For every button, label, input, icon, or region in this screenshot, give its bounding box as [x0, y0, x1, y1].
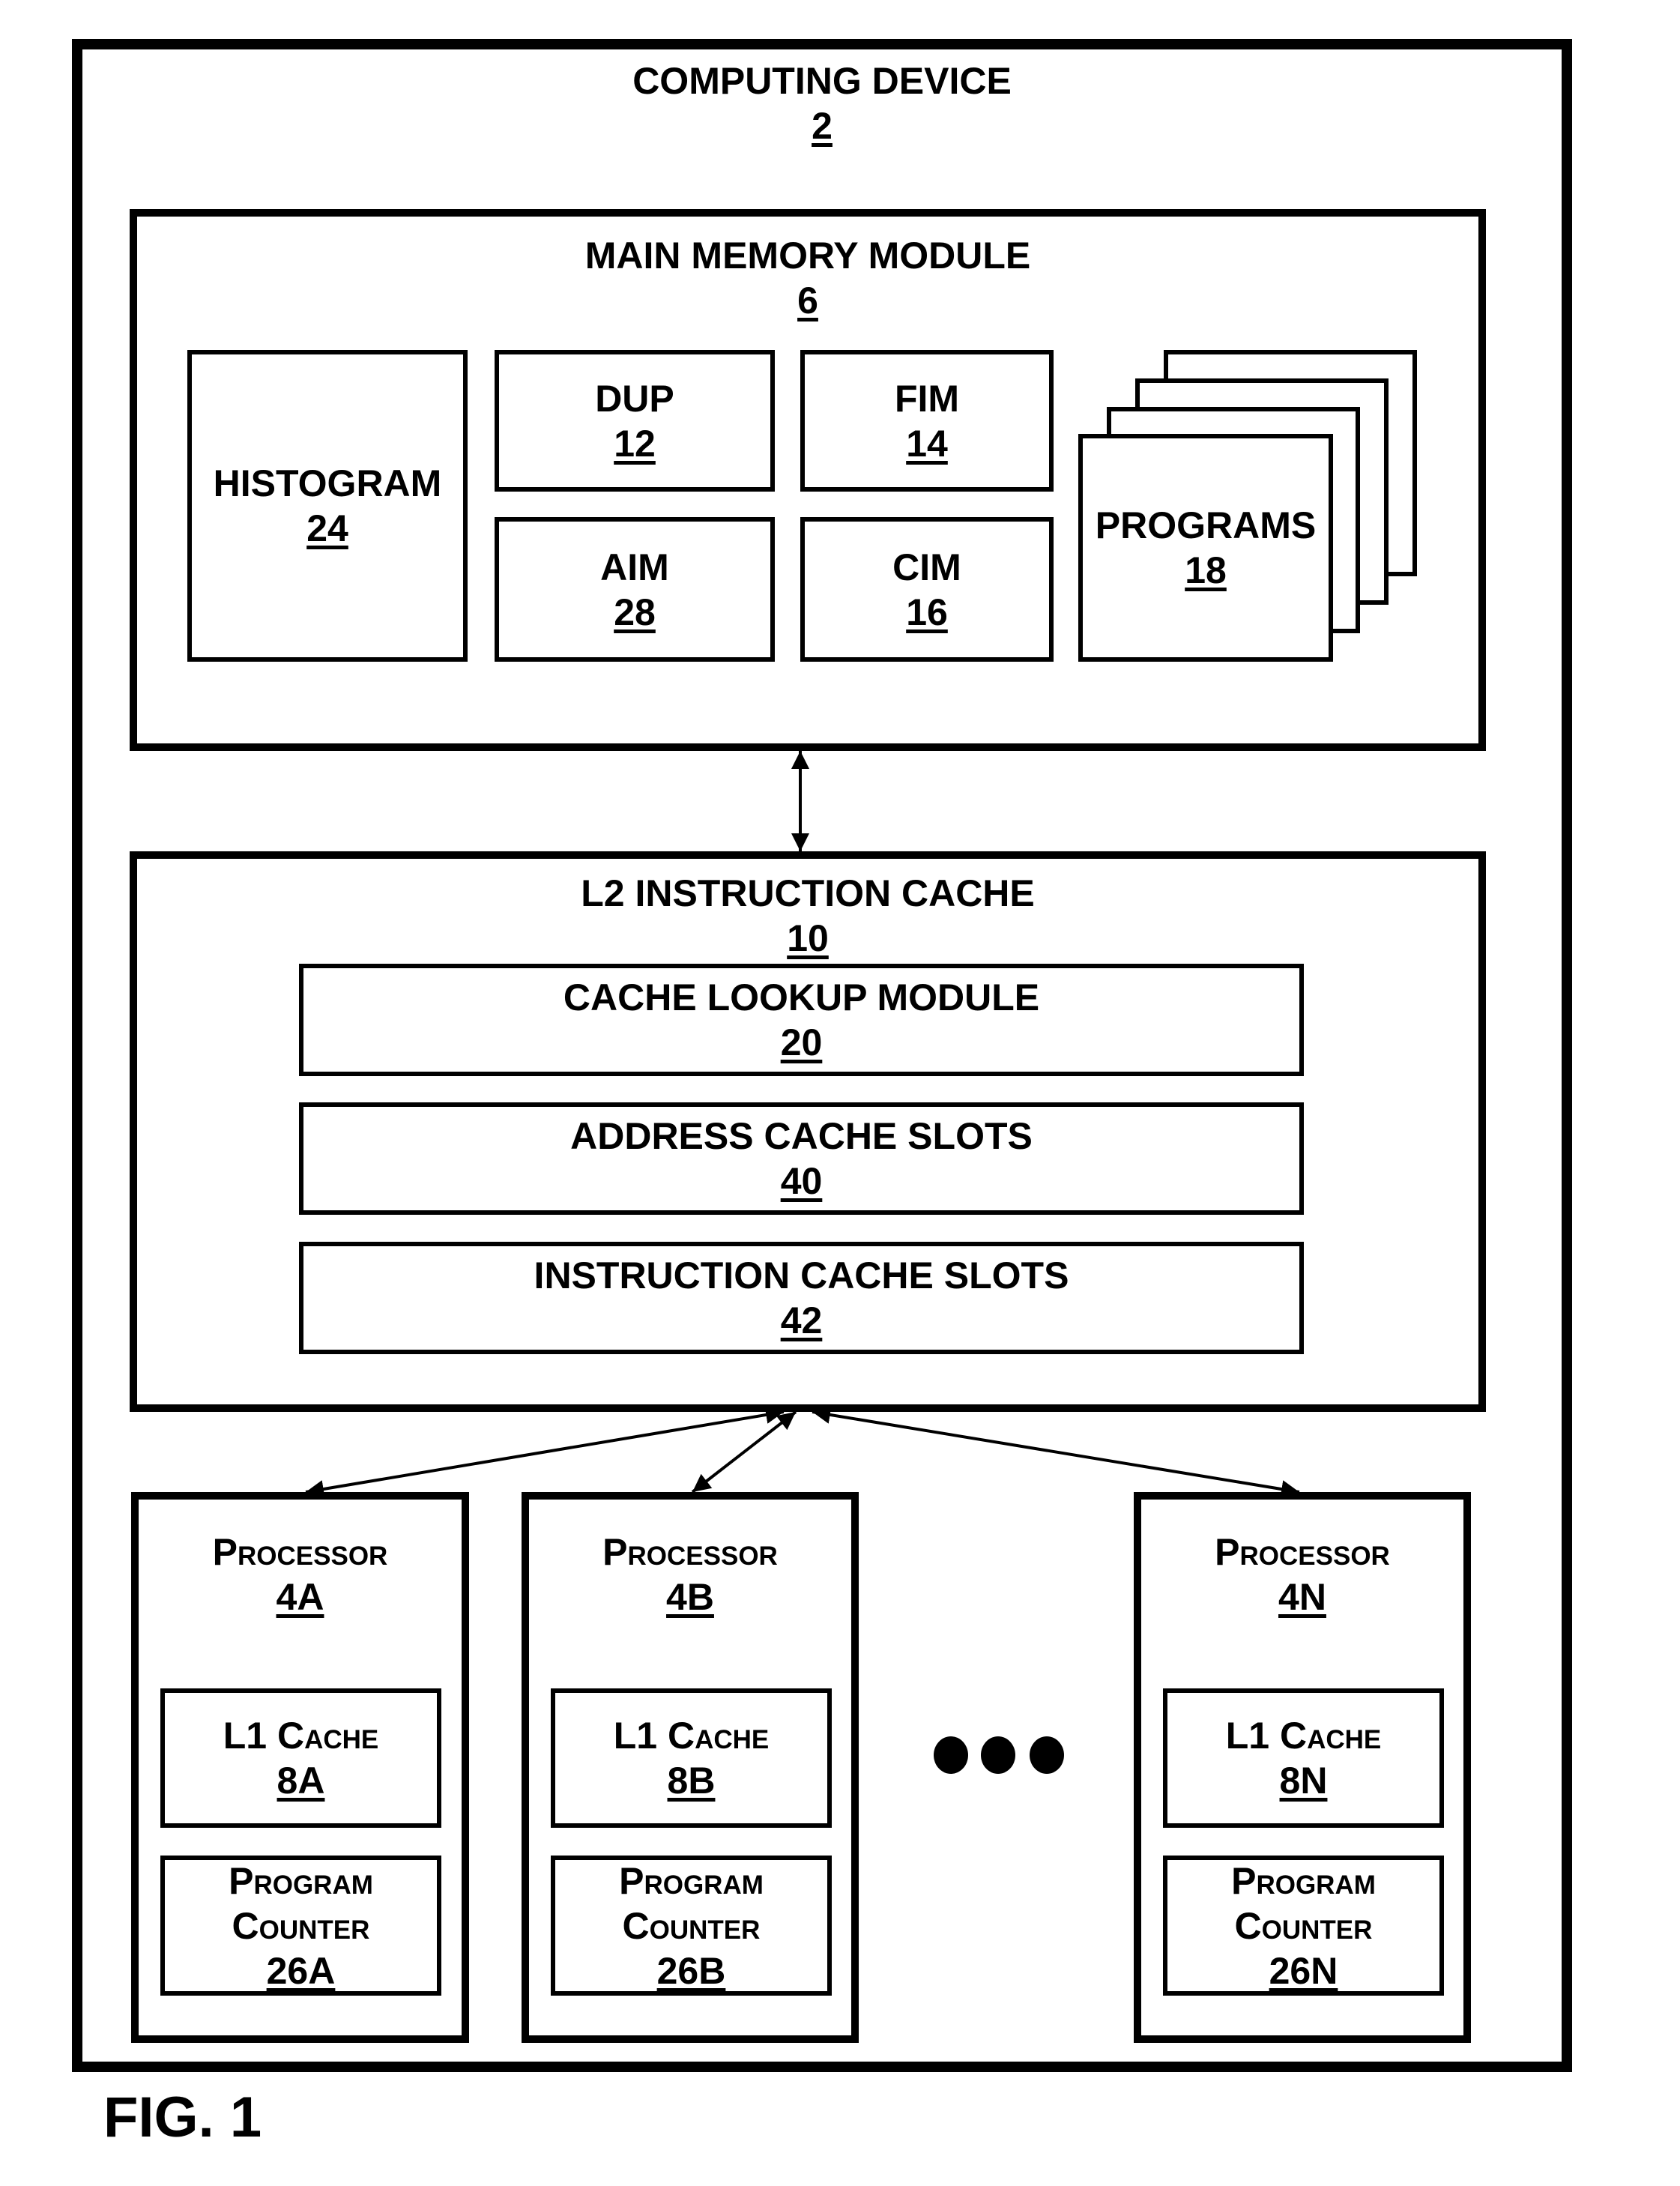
figure-label: FIG. 1	[103, 2086, 262, 2149]
arrow-l2-processor-4n	[812, 1406, 1300, 1498]
connector-arrows	[305, 751, 1300, 1498]
arrow-l2-processor-4a	[305, 1406, 785, 1498]
